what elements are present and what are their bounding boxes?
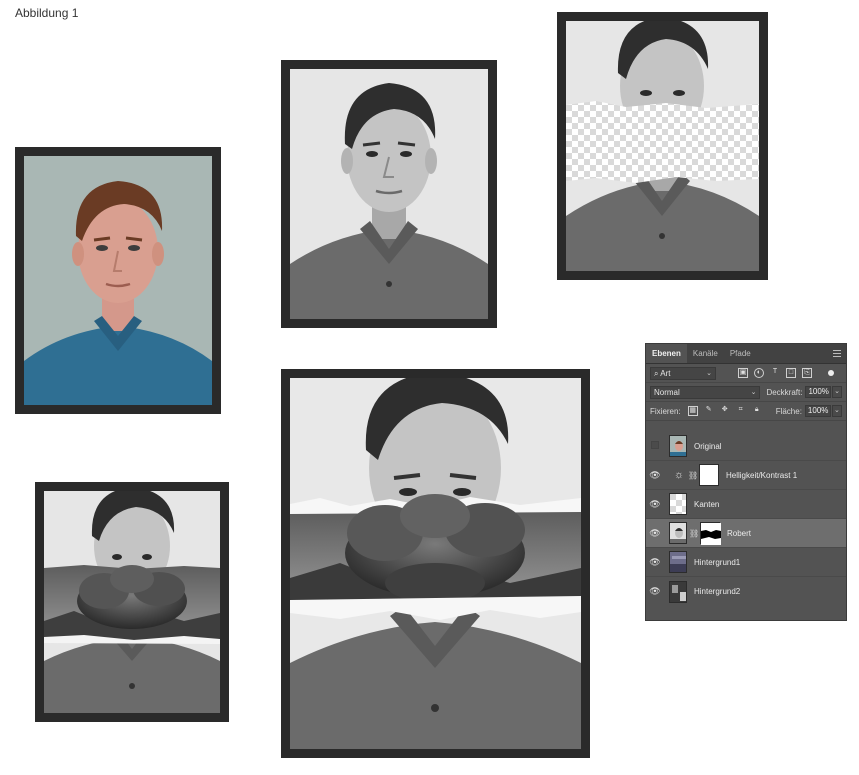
filter-type-icon[interactable]: T xyxy=(770,368,780,378)
lock-brush-icon[interactable]: ✎ xyxy=(704,406,714,416)
tab-paths[interactable]: Pfade xyxy=(724,344,757,363)
photo-transparent-cutout xyxy=(557,12,768,280)
layer-row-brightness-contrast[interactable]: 👁︎ ☼ ⛓︎ Helligkeit/Kontrast 1 xyxy=(646,461,846,490)
filter-smart-object-icon[interactable]: ⎘ xyxy=(802,368,812,378)
layer-row-kanten[interactable]: 👁︎ Kanten xyxy=(646,490,846,519)
photo-collage-large xyxy=(281,369,590,758)
layer-mask-thumbnail[interactable] xyxy=(699,464,719,486)
layer-mask-thumbnail[interactable] xyxy=(700,522,721,545)
filter-kind-select[interactable]: ⌕ Art ⌄ xyxy=(650,366,716,380)
blend-mode-value: Normal xyxy=(654,387,680,397)
panel-tab-bar: Ebenen Kanäle Pfade xyxy=(646,344,846,364)
panel-menu-icon[interactable] xyxy=(833,350,841,359)
opacity-dropdown-icon[interactable]: ⌄ xyxy=(832,386,842,398)
link-icon[interactable]: ⛓︎ xyxy=(689,529,699,538)
opacity-label: Deckkraft: xyxy=(766,387,803,397)
tab-channels[interactable]: Kanäle xyxy=(687,344,724,363)
opacity-input[interactable]: 100% xyxy=(805,386,832,398)
sun-icon: ☼ xyxy=(673,469,685,481)
eye-icon[interactable]: 👁︎ xyxy=(646,470,664,481)
layer-thumbnail xyxy=(669,551,687,573)
filter-kind-value: Art xyxy=(660,368,671,378)
blend-mode-select[interactable]: Normal ⌄ xyxy=(650,385,761,399)
figure-caption: Abbildung 1 xyxy=(15,6,79,20)
lock-row: Fixieren: ▦ ✎ ✥ ⌗ 🔒︎ Fläche: 100% ⌄ xyxy=(646,402,846,421)
layer-name: Helligkeit/Kontrast 1 xyxy=(726,470,798,480)
photo-collage-small xyxy=(35,482,229,722)
fill-label: Fläche: xyxy=(775,406,802,416)
layer-name: Robert xyxy=(727,528,752,538)
eye-icon[interactable]: 👁︎ xyxy=(646,586,664,597)
eye-icon[interactable]: 👁︎ xyxy=(646,557,664,568)
link-icon[interactable]: ⛓︎ xyxy=(688,471,698,480)
lock-move-icon[interactable]: ✥ xyxy=(720,406,730,416)
photo-black-white xyxy=(281,60,497,328)
filter-shape-icon[interactable]: □ xyxy=(786,368,796,378)
filter-pixel-icon[interactable]: ▣ xyxy=(738,368,748,378)
lock-all-icon[interactable]: 🔒︎ xyxy=(752,406,762,416)
filter-row: ⌕ Art ⌄ ▣ ◐ T □ ⎘ xyxy=(646,364,846,383)
layer-name: Hintergrund1 xyxy=(694,557,741,567)
lock-label: Fixieren: xyxy=(650,406,681,416)
layer-row-robert[interactable]: 👁︎ ⛓︎ Robert xyxy=(646,519,846,548)
tab-layers[interactable]: Ebenen xyxy=(646,344,687,363)
layer-thumbnail xyxy=(669,522,687,544)
chevron-down-icon: ⌄ xyxy=(750,388,757,396)
filter-toggle-icon[interactable] xyxy=(828,370,834,376)
filter-adjustment-icon[interactable]: ◐ xyxy=(754,368,764,378)
fill-dropdown-icon[interactable]: ⌄ xyxy=(831,405,842,417)
layer-thumbnail xyxy=(669,580,687,603)
layer-name: Original xyxy=(694,441,722,451)
lock-artboard-icon[interactable]: ⌗ xyxy=(736,406,746,416)
photo-original-color xyxy=(15,147,221,414)
eye-icon[interactable]: 👁︎ xyxy=(646,499,664,510)
blend-row: Normal ⌄ Deckkraft: 100% ⌄ xyxy=(646,383,846,402)
layer-name: Hintergrund2 xyxy=(694,587,741,596)
layers-panel: Ebenen Kanäle Pfade ⌕ Art ⌄ ▣ ◐ T □ ⎘ No… xyxy=(645,343,847,621)
eye-icon[interactable]: 👁︎ xyxy=(646,528,664,539)
layer-row-original[interactable]: Original xyxy=(646,432,846,461)
lock-transparent-icon[interactable]: ▦ xyxy=(687,406,698,416)
layer-thumbnail xyxy=(669,435,687,457)
layer-row-hintergrund2[interactable]: 👁︎ Hintergrund2 xyxy=(646,577,846,606)
layer-thumbnail xyxy=(669,493,687,515)
chevron-down-icon: ⌄ xyxy=(706,369,712,377)
layer-row-hintergrund1[interactable]: 👁︎ Hintergrund1 xyxy=(646,548,846,577)
visibility-toggle-off[interactable] xyxy=(646,441,664,451)
layer-name: Kanten xyxy=(694,499,720,509)
fill-input[interactable]: 100% xyxy=(804,405,831,417)
layers-list: Original 👁︎ ☼ ⛓︎ Helligkeit/Kontrast 1 👁… xyxy=(646,432,846,606)
